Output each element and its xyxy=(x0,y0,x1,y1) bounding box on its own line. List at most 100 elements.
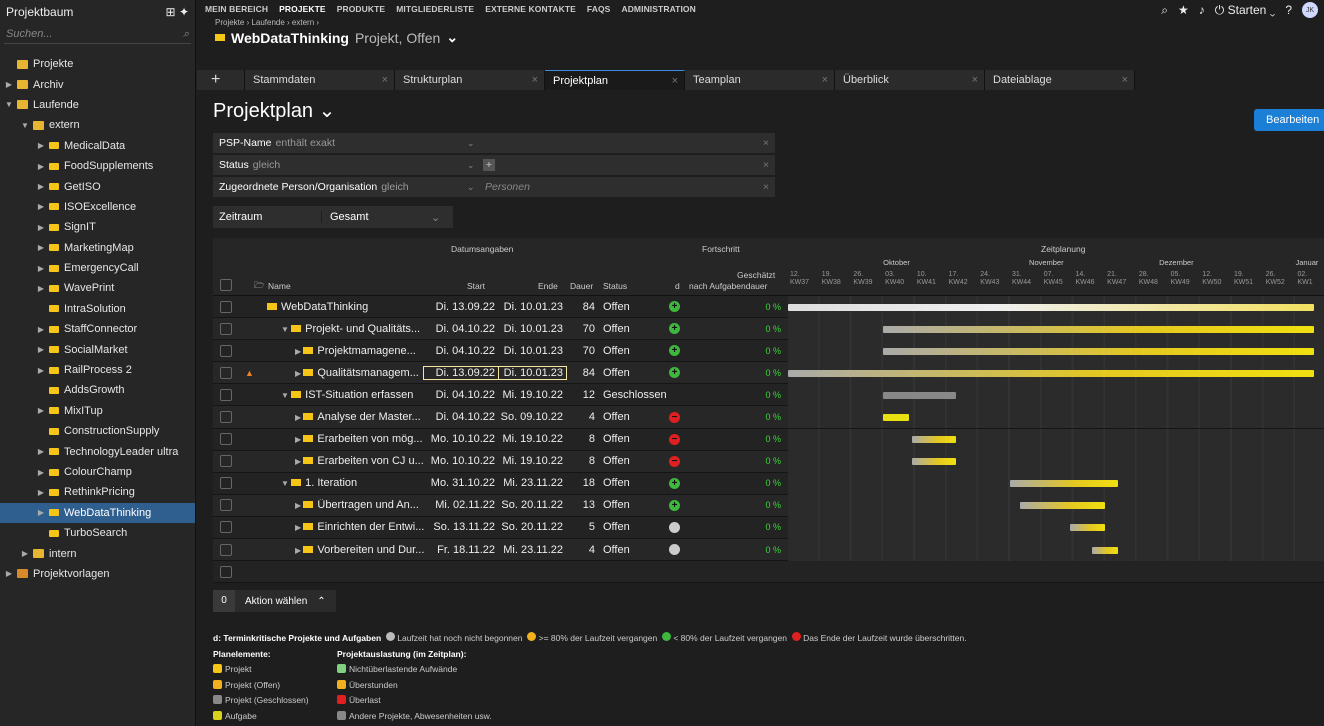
avatar[interactable]: JK xyxy=(1302,2,1318,18)
tree-arrow-icon[interactable]: ▼ xyxy=(4,100,14,109)
row-name[interactable]: ▶ Erarbeiten von mög... xyxy=(295,433,427,445)
tree-arrow-icon[interactable]: ▶ xyxy=(20,549,30,558)
tree-item[interactable]: IntraSolution xyxy=(0,299,195,319)
close-icon[interactable]: × xyxy=(672,75,678,87)
row-name[interactable]: ▶ Einrichten der Entwi... xyxy=(295,521,427,533)
tree-arrow-icon[interactable]: ▶ xyxy=(4,569,14,578)
tree-item[interactable]: ▶ SignIT xyxy=(0,217,195,237)
tree-item[interactable]: Projekte xyxy=(0,54,195,74)
star-icon[interactable]: ★ xyxy=(1178,3,1189,17)
table-row[interactable]: ▼ 1. Iteration Mo. 31.10.22 Mi. 23.11.22 18… xyxy=(213,472,1324,495)
plus-icon[interactable]: + xyxy=(483,159,495,171)
row-arrow-icon[interactable]: ▶ xyxy=(295,546,303,555)
clear-icon[interactable]: × xyxy=(763,181,769,193)
help-icon[interactable]: ? xyxy=(1285,3,1292,17)
tree-item[interactable]: ▶ MarketingMap xyxy=(0,238,195,258)
row-checkbox[interactable] xyxy=(220,300,232,313)
gantt-bar[interactable] xyxy=(1010,480,1118,488)
close-icon[interactable]: × xyxy=(382,74,388,86)
table-row[interactable]: WebDataThinking Di. 13.09.22 Di. 10.01.23 8… xyxy=(213,296,1324,319)
tab-5[interactable]: Dateiablage × xyxy=(985,70,1135,90)
row-checkbox[interactable] xyxy=(220,521,232,534)
tree-item[interactable]: ▶ SocialMarket xyxy=(0,339,195,359)
row-checkbox[interactable] xyxy=(220,344,232,357)
tree-item[interactable]: ▶ TechnologyLeader ultra xyxy=(0,441,195,461)
filter-operator[interactable]: enthält exakt xyxy=(276,137,336,149)
filter-row[interactable]: Zugeordnete Person/Organisation gleich ⌄ Pe… xyxy=(213,177,775,197)
nav-item[interactable]: MITGLIEDERLISTE xyxy=(396,4,474,14)
search-icon[interactable]: ⌕ xyxy=(1161,3,1168,18)
close-icon[interactable]: × xyxy=(1122,74,1128,86)
tree-item[interactable]: ▶ GetISO xyxy=(0,176,195,196)
row-name[interactable]: ▼ 1. Iteration xyxy=(281,477,427,489)
row-checkbox[interactable] xyxy=(220,411,232,424)
nav-item[interactable]: PROJEKTE xyxy=(279,4,326,14)
tree-item[interactable]: ▶ EmergencyCall xyxy=(0,258,195,278)
tree-arrow-icon[interactable]: ▶ xyxy=(4,80,14,89)
tree-arrow-icon[interactable]: ▶ xyxy=(36,223,46,232)
page-title[interactable]: Projektplan ⌄ xyxy=(213,98,335,123)
tree-arrow-icon[interactable]: ▶ xyxy=(36,508,46,517)
action-select[interactable]: Aktion wählen xyxy=(235,596,317,607)
close-icon[interactable]: × xyxy=(822,74,828,86)
row-arrow-icon[interactable]: ▶ xyxy=(295,435,303,444)
tree-arrow-icon[interactable]: ▶ xyxy=(36,264,46,273)
gantt-bar[interactable] xyxy=(788,369,1315,377)
clear-icon[interactable]: × xyxy=(763,159,769,171)
nav-item[interactable]: MEIN BEREICH xyxy=(205,4,268,14)
tab-4[interactable]: Überblick × xyxy=(835,70,985,90)
project-title[interactable]: WebDataThinking Projekt, Offen ⌄ xyxy=(197,29,1324,46)
tree-item[interactable]: ▶ RailProcess 2 xyxy=(0,360,195,380)
tree-item[interactable]: ▶ ColourChamp xyxy=(0,462,195,482)
row-checkbox[interactable] xyxy=(220,322,232,335)
row-checkbox[interactable] xyxy=(220,455,232,468)
filter-placeholder[interactable]: Personen xyxy=(485,181,530,193)
tree-arrow-icon[interactable]: ▶ xyxy=(36,202,46,211)
gantt-bar[interactable] xyxy=(1019,502,1106,510)
tree-item[interactable]: ▶ Archiv xyxy=(0,74,195,94)
row-checkbox[interactable] xyxy=(220,433,232,446)
tab-3[interactable]: Teamplan × xyxy=(685,70,835,90)
table-row[interactable]: ▶ Erarbeiten von CJ u... Mo. 10.10.22 Mi. … xyxy=(213,450,1324,473)
row-name[interactable]: ▶ Übertragen und An... xyxy=(295,499,427,511)
row-arrow-icon[interactable]: ▼ xyxy=(281,479,291,488)
nav-item[interactable]: FAQS xyxy=(587,4,611,14)
row-arrow-icon[interactable]: ▼ xyxy=(281,325,291,334)
gantt-bar[interactable] xyxy=(1070,524,1106,532)
close-icon[interactable]: × xyxy=(972,74,978,86)
row-arrow-icon[interactable]: ▶ xyxy=(295,413,303,422)
row-name[interactable]: ▼ Projekt- und Qualitäts... xyxy=(281,323,427,335)
breadcrumb[interactable]: Projekte › Laufende › extern › xyxy=(197,18,1324,29)
pin-icon[interactable]: ✦ xyxy=(179,5,189,19)
tree-arrow-icon[interactable]: ▶ xyxy=(36,488,46,497)
table-row[interactable]: ▼ Projekt- und Qualitäts... Di. 04.10.22 D… xyxy=(213,318,1324,341)
bell-icon[interactable]: ♪ xyxy=(1199,3,1205,17)
clear-icon[interactable]: × xyxy=(763,137,769,149)
chevron-down-icon[interactable]: ⌄ xyxy=(467,160,475,171)
row-name[interactable]: ▶ Projektmamagene... xyxy=(295,345,427,357)
sidebar-search-input[interactable]: Suchen... ⌕ xyxy=(4,26,191,44)
sidebar-title[interactable]: Projektbaum xyxy=(6,5,73,19)
tree-arrow-icon[interactable]: ▶ xyxy=(36,325,46,334)
table-row[interactable]: ▶ Einrichten der Entwi... So. 13.11.22 So.… xyxy=(213,516,1324,540)
tree-arrow-icon[interactable]: ▶ xyxy=(36,284,46,293)
row-checkbox[interactable] xyxy=(220,366,232,379)
row-arrow-icon[interactable]: ▶ xyxy=(295,523,303,532)
add-tab-button[interactable]: + xyxy=(197,70,245,90)
tree-arrow-icon[interactable]: ▶ xyxy=(36,182,46,191)
row-arrow-icon[interactable]: ▶ xyxy=(295,347,303,356)
chevron-up-icon[interactable]: ⌃ xyxy=(317,596,335,607)
tree-item[interactable]: TurboSearch xyxy=(0,523,195,543)
gantt-bar[interactable] xyxy=(911,436,957,444)
chevron-down-icon[interactable]: ⌄ xyxy=(467,182,475,193)
row-arrow-icon[interactable]: ▶ xyxy=(295,501,303,510)
action-bar[interactable]: 0 Aktion wählen ⌃ xyxy=(213,590,336,612)
tree-item[interactable]: ▶ Projektvorlagen xyxy=(0,564,195,584)
tree-arrow-icon[interactable]: ▶ xyxy=(36,468,46,477)
gantt-bar[interactable] xyxy=(883,413,909,421)
table-row[interactable]: ▶ Analyse der Master... Di. 04.10.22 So. 0… xyxy=(213,406,1324,429)
tree-item[interactable]: ▶ FoodSupplements xyxy=(0,156,195,176)
row-arrow-icon[interactable]: ▼ xyxy=(281,391,291,400)
tree-arrow-icon[interactable]: ▶ xyxy=(36,141,46,150)
tree-arrow-icon[interactable]: ▶ xyxy=(36,243,46,252)
